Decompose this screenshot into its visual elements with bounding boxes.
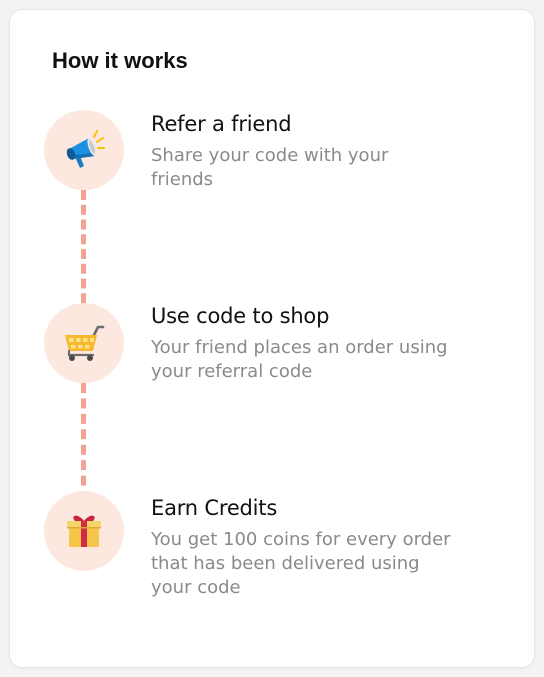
step-connector-1	[81, 190, 86, 318]
step-description: You get 100 coins for every order that h…	[151, 529, 451, 598]
megaphone-icon	[66, 129, 106, 168]
step-refer: Refer a friend Share your code with your…	[151, 110, 451, 192]
shopping-cart-icon	[65, 325, 105, 361]
step-title: Earn Credits	[151, 496, 278, 520]
step-earn: Earn Credits You get 100 coins for every…	[151, 494, 451, 600]
step-icon-circle-shop	[44, 303, 124, 383]
step-connector-2	[81, 383, 86, 501]
step-description: Share your code with your friends	[151, 145, 389, 190]
step-description: Your friend places an order using your r…	[151, 337, 448, 382]
section-title: How it works	[52, 48, 188, 73]
step-icon-circle-refer	[44, 110, 124, 190]
step-shop: Use code to shop Your friend places an o…	[151, 302, 451, 384]
step-icon-circle-earn	[44, 491, 124, 571]
step-title: Refer a friend	[151, 112, 292, 136]
how-it-works-card: How it works Refer a friend Share your c…	[10, 10, 534, 667]
step-title: Use code to shop	[151, 304, 330, 328]
gift-icon	[67, 515, 101, 547]
